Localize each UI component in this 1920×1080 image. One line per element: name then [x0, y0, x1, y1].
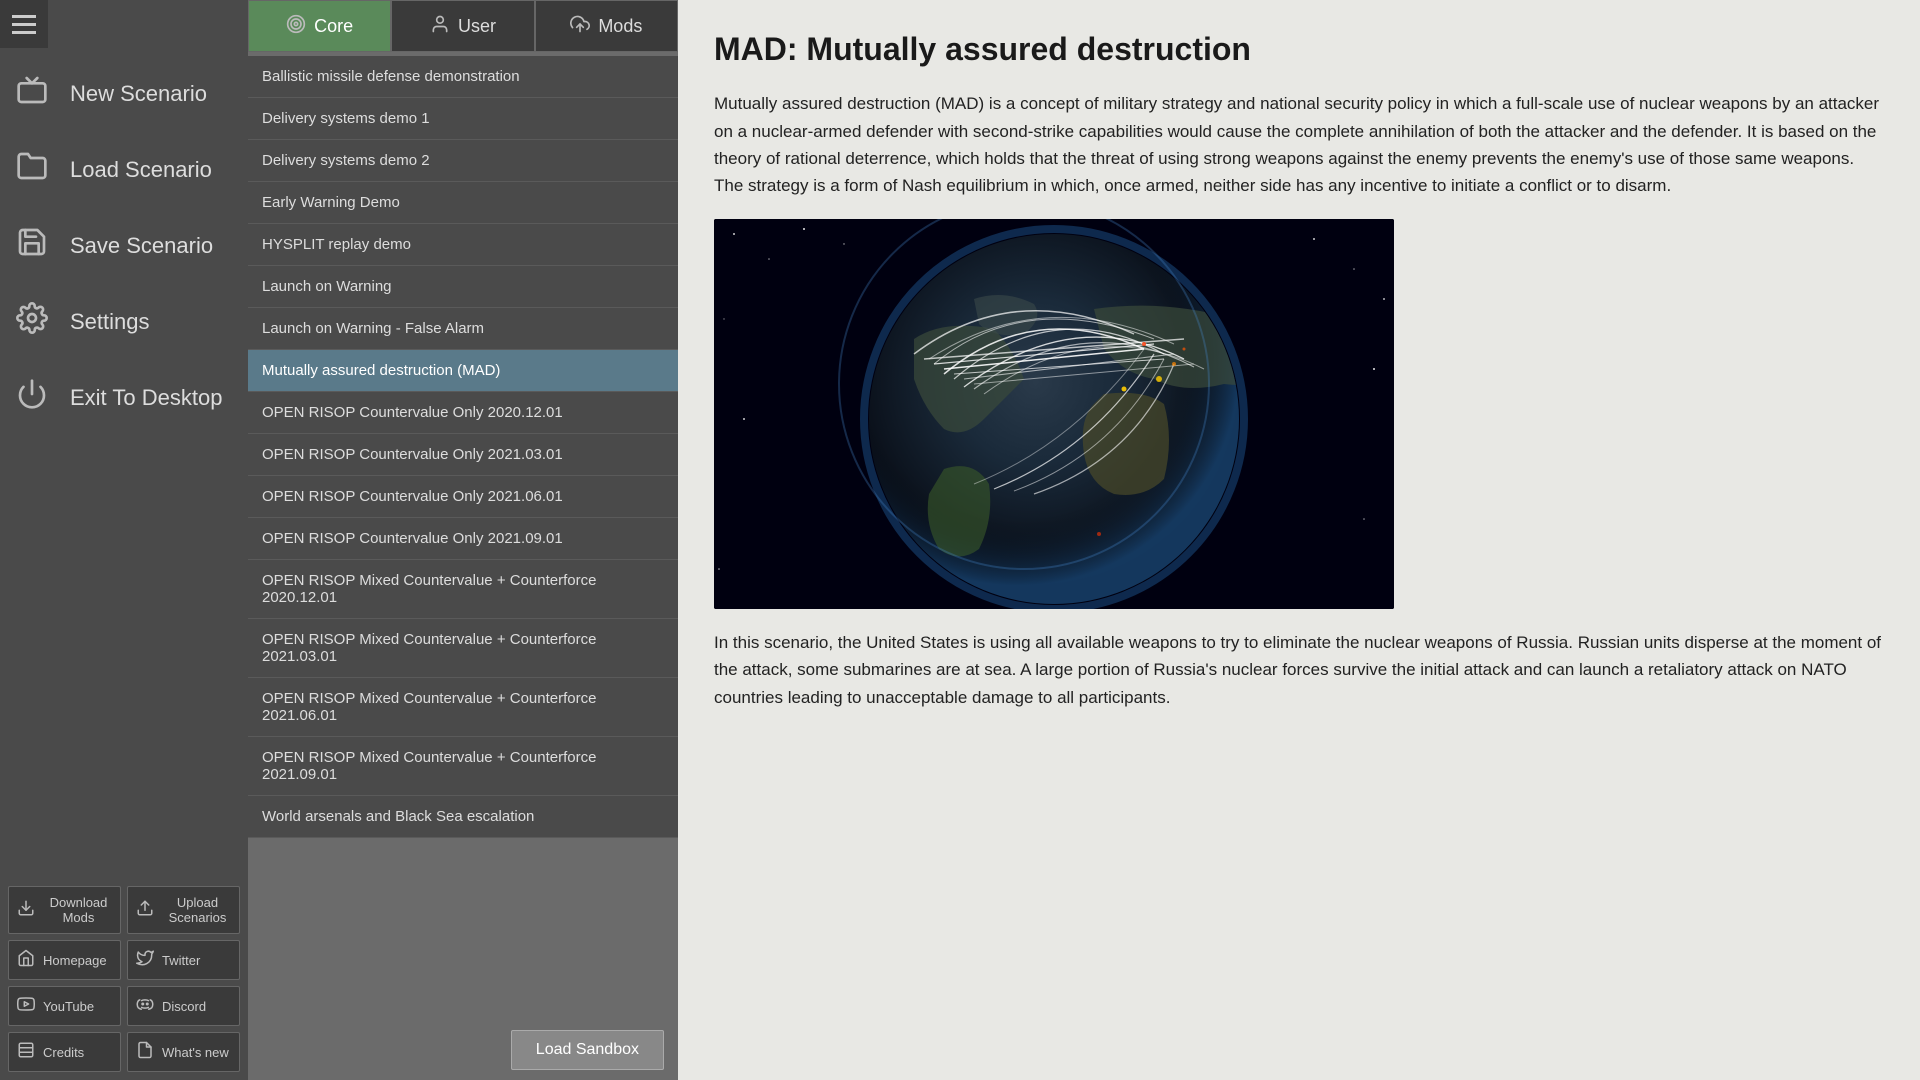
- bottom-btn-label-download-mods: Download Mods: [43, 895, 114, 925]
- document-icon: [134, 1041, 156, 1063]
- scenario-list-item[interactable]: Ballistic missile defense demonstration: [248, 56, 678, 98]
- scenario-list-item[interactable]: OPEN RISOP Mixed Countervalue + Counterf…: [248, 560, 678, 619]
- scenario-list-item[interactable]: OPEN RISOP Countervalue Only 2021.09.01: [248, 518, 678, 560]
- right-panel: MAD: Mutually assured destruction Mutual…: [678, 0, 1920, 1080]
- sidebar-item-exit-desktop[interactable]: Exit To Desktop: [0, 360, 248, 436]
- scenario-list-item[interactable]: Early Warning Demo: [248, 182, 678, 224]
- floppy-icon: [16, 226, 56, 266]
- scenario-list-item[interactable]: OPEN RISOP Mixed Countervalue + Counterf…: [248, 619, 678, 678]
- sidebar-item-label-save-scenario: Save Scenario: [70, 233, 213, 259]
- bottom-btn-label-youtube: YouTube: [43, 999, 94, 1014]
- scenario-list-item[interactable]: Mutually assured destruction (MAD): [248, 350, 678, 392]
- cloud-upload-icon: [570, 14, 590, 39]
- bottom-btn-download-mods[interactable]: Download Mods: [8, 886, 121, 934]
- scenario-list-item[interactable]: OPEN RISOP Countervalue Only 2021.06.01: [248, 476, 678, 518]
- tab-mods[interactable]: Mods: [535, 0, 678, 52]
- credits-icon: [15, 1041, 37, 1063]
- twitter-icon: [134, 949, 156, 971]
- bottom-btn-label-credits: Credits: [43, 1045, 84, 1060]
- sidebar-bottom: Download Mods Upload Scenarios Homepage Twi…: [0, 878, 248, 1080]
- scenario-list-item[interactable]: OPEN RISOP Countervalue Only 2020.12.01: [248, 392, 678, 434]
- discord-icon: [134, 995, 156, 1017]
- sidebar-item-label-load-scenario: Load Scenario: [70, 157, 212, 183]
- bottom-btn-homepage[interactable]: Homepage: [8, 940, 121, 980]
- bottom-btn-label-upload-scenarios: Upload Scenarios: [162, 895, 233, 925]
- target-icon: [286, 14, 306, 39]
- bottom-btn-youtube[interactable]: YouTube: [8, 986, 121, 1026]
- sidebar-item-label-settings: Settings: [70, 309, 150, 335]
- bottom-btn-upload-scenarios[interactable]: Upload Scenarios: [127, 886, 240, 934]
- scenario-list-item[interactable]: Delivery systems demo 1: [248, 98, 678, 140]
- load-sandbox-area: Load Sandbox: [248, 1020, 678, 1080]
- scenario-list-item[interactable]: Delivery systems demo 2: [248, 140, 678, 182]
- sidebar-item-save-scenario[interactable]: Save Scenario: [0, 208, 248, 284]
- scenario-list-item[interactable]: HYSPLIT replay demo: [248, 224, 678, 266]
- bottom-btn-discord[interactable]: Discord: [127, 986, 240, 1026]
- user-icon: [430, 14, 450, 39]
- bottom-btn-label-homepage: Homepage: [43, 953, 107, 968]
- scenario-description: Mutually assured destruction (MAD) is a …: [714, 90, 1884, 199]
- youtube-icon: [15, 995, 37, 1017]
- tab-label-mods: Mods: [598, 16, 642, 37]
- tabs-row: Core User Mods: [248, 0, 678, 52]
- bottom-btn-whats-new[interactable]: What's new: [127, 1032, 240, 1072]
- power-icon: [16, 378, 56, 418]
- bottom-btn-label-discord: Discord: [162, 999, 206, 1014]
- upload-icon: [134, 899, 156, 921]
- folder-icon: [16, 150, 56, 190]
- tab-label-core: Core: [314, 16, 353, 37]
- bottom-btn-twitter[interactable]: Twitter: [127, 940, 240, 980]
- bottom-btn-label-whats-new: What's new: [162, 1045, 229, 1060]
- home-icon: [15, 949, 37, 971]
- scenario-list[interactable]: Ballistic missile defense demonstrationD…: [248, 52, 678, 1020]
- scenario-title: MAD: Mutually assured destruction: [714, 30, 1884, 68]
- hamburger-button[interactable]: [0, 0, 48, 48]
- bottom-button-row: Download Mods Upload Scenarios: [8, 886, 240, 934]
- tab-label-user: User: [458, 16, 496, 37]
- center-panel: Core User Mods Ballistic missile defense d…: [248, 0, 678, 1080]
- download-icon: [15, 899, 37, 921]
- bottom-button-row: Homepage Twitter: [8, 940, 240, 980]
- sidebar-nav: New Scenario Load Scenario Save Scenario Se…: [0, 48, 248, 878]
- tab-core[interactable]: Core: [248, 0, 391, 52]
- load-sandbox-button[interactable]: Load Sandbox: [511, 1030, 664, 1070]
- sidebar-item-new-scenario[interactable]: New Scenario: [0, 56, 248, 132]
- scenario-list-item[interactable]: Launch on Warning - False Alarm: [248, 308, 678, 350]
- scenario-list-item[interactable]: OPEN RISOP Mixed Countervalue + Counterf…: [248, 737, 678, 796]
- sidebar-item-settings[interactable]: Settings: [0, 284, 248, 360]
- scenario-list-item[interactable]: World arsenals and Black Sea escalation: [248, 796, 678, 838]
- box-icon: [16, 74, 56, 114]
- sidebar: New Scenario Load Scenario Save Scenario Se…: [0, 0, 248, 1080]
- bottom-button-row: YouTube Discord: [8, 986, 240, 1026]
- scenario-list-item[interactable]: OPEN RISOP Countervalue Only 2021.03.01: [248, 434, 678, 476]
- scenario-detail: In this scenario, the United States is u…: [714, 629, 1884, 711]
- sidebar-item-load-scenario[interactable]: Load Scenario: [0, 132, 248, 208]
- gear-icon: [16, 302, 56, 342]
- globe-image: [714, 219, 1394, 609]
- sidebar-item-label-new-scenario: New Scenario: [70, 81, 207, 107]
- sidebar-item-label-exit-desktop: Exit To Desktop: [70, 385, 222, 411]
- bottom-btn-credits[interactable]: Credits: [8, 1032, 121, 1072]
- scenario-list-item[interactable]: Launch on Warning: [248, 266, 678, 308]
- bottom-btn-label-twitter: Twitter: [162, 953, 200, 968]
- bottom-button-row: Credits What's new: [8, 1032, 240, 1072]
- tab-user[interactable]: User: [391, 0, 534, 52]
- scenario-list-item[interactable]: OPEN RISOP Mixed Countervalue + Counterf…: [248, 678, 678, 737]
